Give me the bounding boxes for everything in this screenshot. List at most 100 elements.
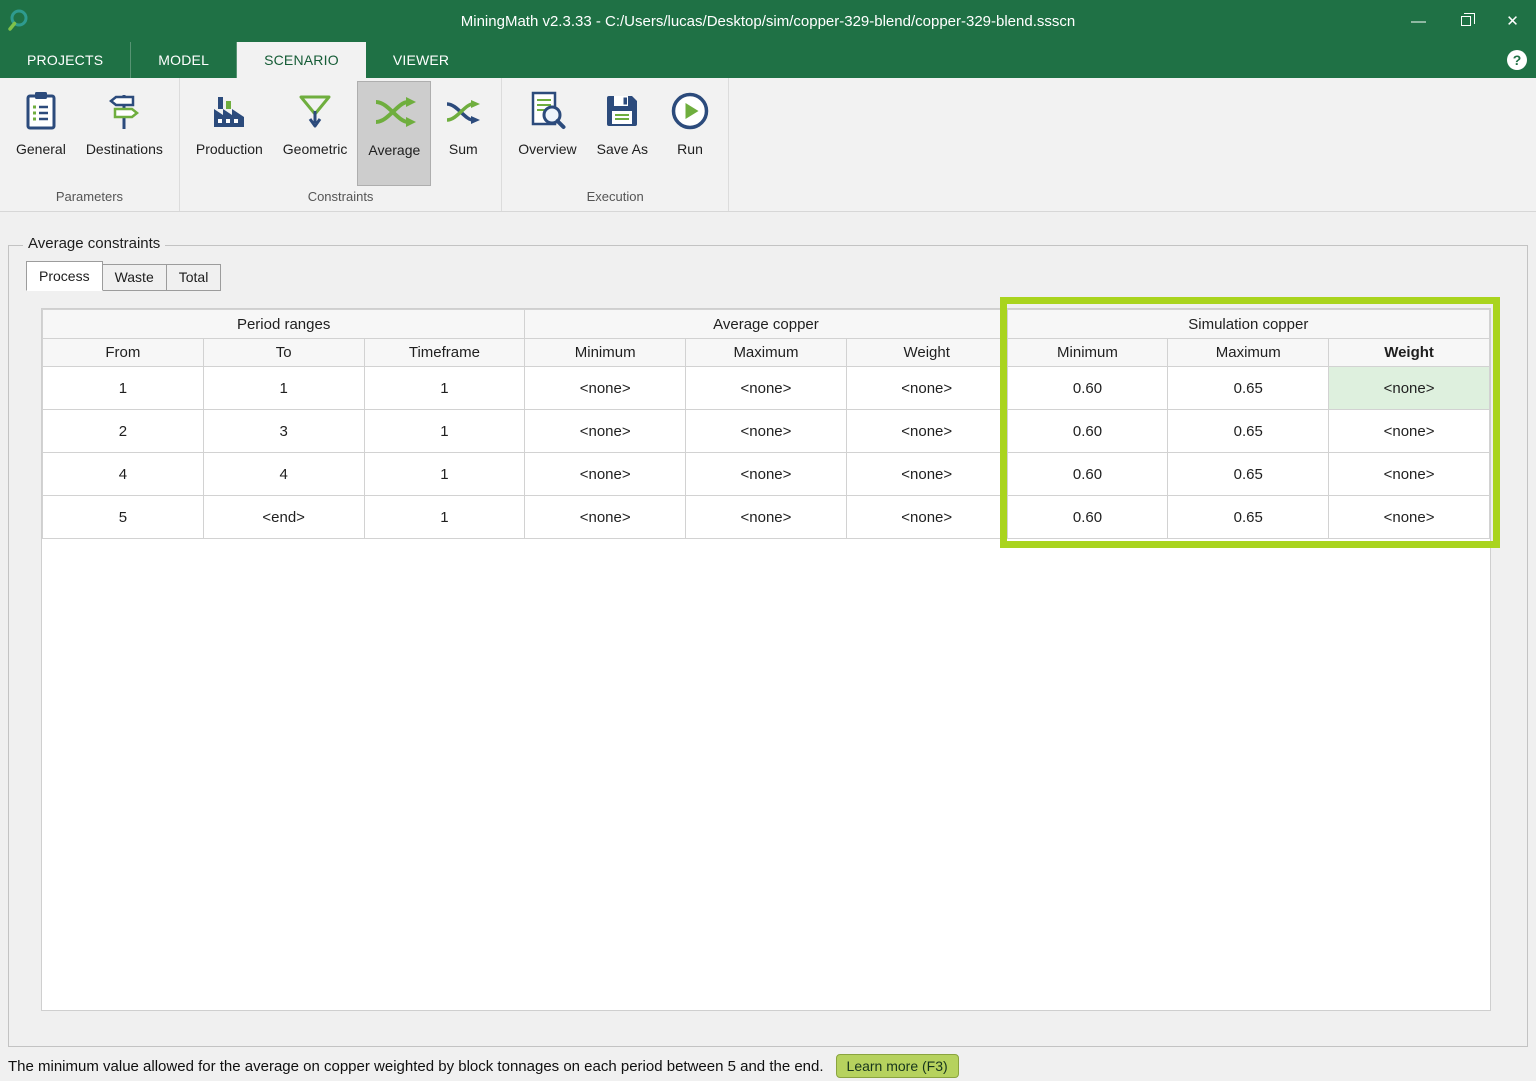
clipboard-icon [19, 89, 63, 133]
col-header-avg-minimum: Minimum [525, 339, 686, 367]
col-header-avg-maximum: Maximum [686, 339, 847, 367]
table-cell[interactable]: 1 [364, 453, 525, 496]
average-label: Average [368, 142, 420, 158]
table-cell[interactable]: <none> [525, 496, 686, 539]
save-as-label: Save As [597, 141, 648, 157]
table-cell[interactable]: 2 [43, 410, 204, 453]
ribbon: General Destinations Parameters Producti… [0, 78, 1536, 212]
table-row: 2 3 1 <none> <none> <none> 0.60 0.65 <no… [43, 410, 1490, 453]
table-cell[interactable]: <none> [525, 410, 686, 453]
table-cell[interactable]: 4 [203, 453, 364, 496]
document-magnifier-icon [525, 89, 569, 133]
table-cell[interactable]: <none> [1329, 453, 1490, 496]
menu-tab-scenario[interactable]: SCENARIO [237, 42, 366, 78]
geometric-label: Geometric [283, 141, 348, 157]
table-cell[interactable]: <none> [686, 410, 847, 453]
table-cell[interactable]: 0.65 [1168, 410, 1329, 453]
table-cell[interactable]: 1 [43, 367, 204, 410]
table-cell[interactable]: <none> [846, 496, 1007, 539]
run-button[interactable]: Run [658, 81, 722, 186]
tab-waste[interactable]: Waste [103, 264, 167, 291]
table-column-header-row: From To Timeframe Minimum Maximum Weight… [43, 339, 1490, 367]
table-group-header-row: Period ranges Average copper Simulation … [43, 310, 1490, 339]
table-cell[interactable]: <none> [525, 453, 686, 496]
close-button[interactable]: ✕ [1489, 0, 1536, 42]
group-header-period-ranges: Period ranges [43, 310, 525, 339]
table-row: 1 1 1 <none> <none> <none> 0.60 0.65 <no… [43, 367, 1490, 410]
average-button[interactable]: Average [357, 81, 431, 186]
minimize-icon: — [1411, 13, 1426, 30]
help-icon[interactable]: ? [1507, 50, 1527, 70]
table-cell[interactable]: <none> [846, 453, 1007, 496]
geometric-button[interactable]: Geometric [273, 81, 358, 186]
maximize-button[interactable] [1442, 0, 1489, 42]
table-cell[interactable]: <none> [525, 367, 686, 410]
table-cell[interactable]: 1 [364, 410, 525, 453]
funnel-icon [293, 89, 337, 133]
col-header-sim-weight: Weight [1329, 339, 1490, 367]
app-logo-icon [8, 8, 34, 34]
shuffle-arrows-icon [372, 90, 416, 134]
sum-label: Sum [449, 141, 478, 157]
tab-process[interactable]: Process [26, 261, 103, 291]
overview-label: Overview [518, 141, 576, 157]
table-cell[interactable]: <end> [203, 496, 364, 539]
group-label-parameters: Parameters [0, 186, 179, 211]
group-label-constraints: Constraints [180, 186, 501, 211]
table-cell[interactable]: 0.65 [1168, 453, 1329, 496]
general-button[interactable]: General [6, 81, 76, 186]
table-cell[interactable]: 3 [203, 410, 364, 453]
table-cell[interactable]: 0.60 [1007, 410, 1168, 453]
restore-icon [1461, 16, 1471, 26]
table-cell[interactable]: 0.65 [1168, 367, 1329, 410]
constraint-tabs: Process Waste Total [26, 261, 221, 291]
table-cell[interactable]: <none> [686, 453, 847, 496]
table-cell[interactable]: 0.60 [1007, 453, 1168, 496]
statusbar: The minimum value allowed for the averag… [0, 1051, 1536, 1081]
table-cell[interactable]: 4 [43, 453, 204, 496]
col-header-from: From [43, 339, 204, 367]
save-as-button[interactable]: Save As [587, 81, 658, 186]
general-label: General [16, 141, 66, 157]
col-header-avg-weight: Weight [846, 339, 1007, 367]
close-icon: ✕ [1506, 12, 1519, 30]
table-cell[interactable]: <none> [686, 367, 847, 410]
table-cell[interactable]: <none> [686, 496, 847, 539]
table-cell[interactable]: 1 [364, 496, 525, 539]
table-cell[interactable]: <none> [1329, 496, 1490, 539]
ribbon-group-execution: Overview Save As Run Execution [502, 78, 729, 211]
ribbon-group-parameters: General Destinations Parameters [0, 78, 180, 211]
learn-more-button[interactable]: Learn more (F3) [836, 1054, 959, 1078]
status-message: The minimum value allowed for the averag… [8, 1058, 824, 1075]
group-header-average-copper: Average copper [525, 310, 1007, 339]
destinations-button[interactable]: Destinations [76, 81, 173, 186]
minimize-button[interactable]: — [1395, 0, 1442, 42]
table-row: 5 <end> 1 <none> <none> <none> 0.60 0.65… [43, 496, 1490, 539]
col-header-timeframe: Timeframe [364, 339, 525, 367]
col-header-to: To [203, 339, 364, 367]
table-cell[interactable]: 1 [364, 367, 525, 410]
table-cell[interactable]: 0.60 [1007, 496, 1168, 539]
table-cell[interactable]: <none> [846, 410, 1007, 453]
table-cell[interactable]: 1 [203, 367, 364, 410]
table-cell[interactable]: <none> [1329, 410, 1490, 453]
run-label: Run [677, 141, 703, 157]
selected-table-cell[interactable]: <none> [1329, 367, 1490, 410]
production-button[interactable]: Production [186, 81, 273, 186]
menu-tab-viewer[interactable]: VIEWER [366, 42, 476, 78]
menu-tab-model[interactable]: MODEL [131, 42, 237, 78]
table-cell[interactable]: 0.65 [1168, 496, 1329, 539]
menu-tab-projects[interactable]: PROJECTS [0, 42, 131, 78]
average-constraints-panel: Average constraints Process Waste Total … [8, 245, 1528, 1047]
sum-button[interactable]: Sum [431, 81, 495, 186]
table-cell[interactable]: <none> [846, 367, 1007, 410]
table-cell[interactable]: 5 [43, 496, 204, 539]
col-header-sim-minimum: Minimum [1007, 339, 1168, 367]
play-circle-icon [668, 89, 712, 133]
overview-button[interactable]: Overview [508, 81, 586, 186]
window-title: MiningMath v2.3.33 - C:/Users/lucas/Desk… [0, 13, 1536, 30]
tab-total[interactable]: Total [167, 264, 222, 291]
app-window: MiningMath v2.3.33 - C:/Users/lucas/Desk… [0, 0, 1536, 1081]
table-cell[interactable]: 0.60 [1007, 367, 1168, 410]
window-controls: — ✕ [1395, 0, 1536, 42]
